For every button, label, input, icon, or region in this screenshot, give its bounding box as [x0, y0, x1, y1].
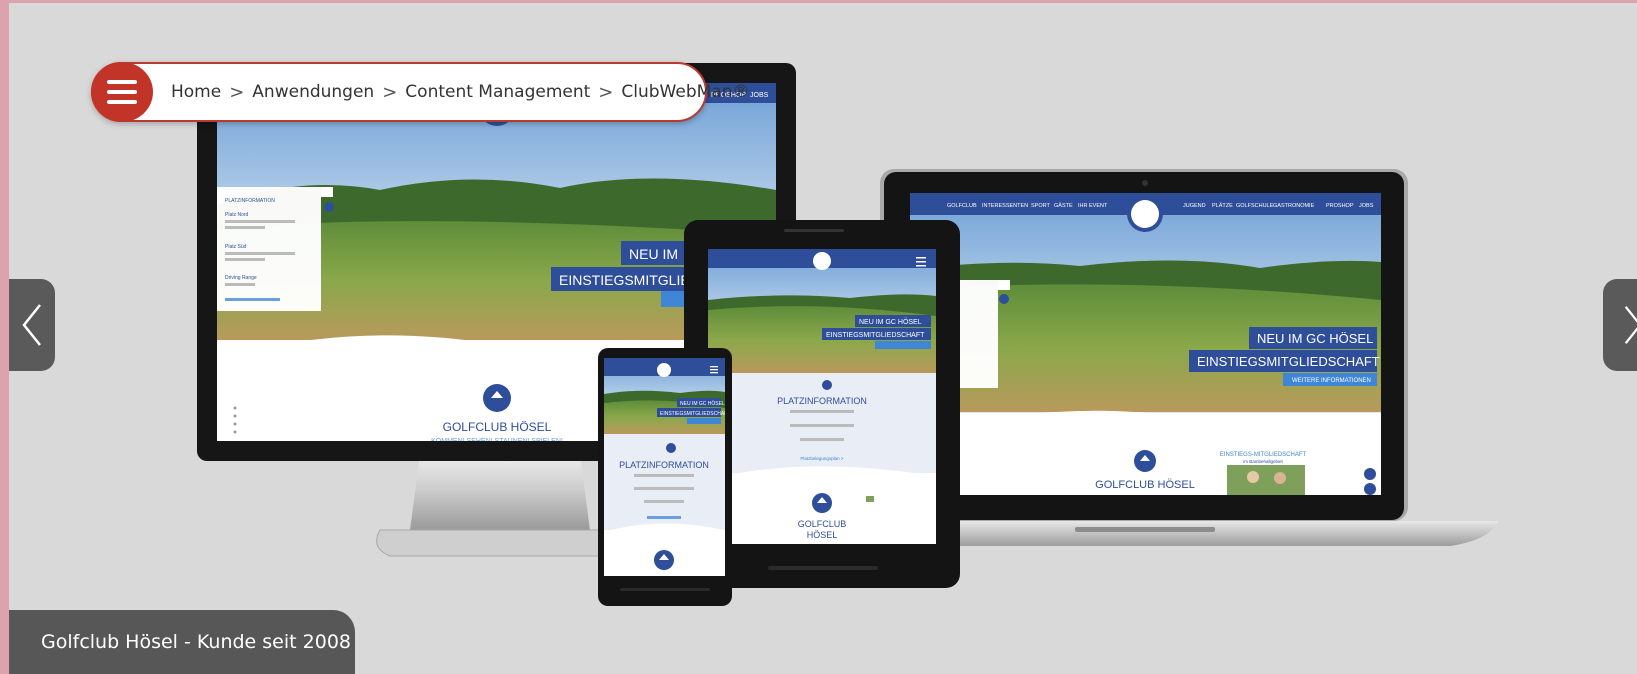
laptop-promo-sub: im Bambehallgebiet: [1243, 459, 1283, 464]
monitor-info-item-name-3: Driving Range: [225, 275, 257, 281]
monitor-section-title: GOLFCLUB HÖSEL: [443, 420, 552, 434]
breadcrumb-separator: >: [229, 81, 245, 103]
breadcrumb-current: ClubWebMan®: [621, 82, 750, 102]
breadcrumb: Home > Anwendungen > Content Management …: [91, 62, 749, 122]
hamburger-icon[interactable]: [91, 62, 153, 122]
tablet-title-2: HÖSEL: [807, 530, 838, 540]
laptop-nav-jobs: JOBS: [1359, 203, 1374, 209]
tablet-title-1: GOLFCLUB: [798, 519, 847, 529]
hamburger-line: [107, 80, 137, 84]
breadcrumb-anwendungen[interactable]: Anwendungen: [252, 82, 374, 102]
monitor-info-title: PLATZINFORMATION: [225, 198, 275, 204]
laptop-nav-sport: SPORT: [1031, 203, 1050, 209]
carousel-next-button[interactable]: [1603, 279, 1637, 371]
phone-headline-1: NEU IM GC HÖSEL: [680, 400, 725, 407]
chevron-left-icon: [22, 304, 41, 346]
laptop-nav-gaeste: GÄSTE: [1054, 202, 1073, 209]
laptop-headline-1: NEU IM GC HÖSEL: [1257, 331, 1373, 346]
breadcrumb-content-management[interactable]: Content Management: [405, 82, 590, 102]
smartphone: NEU IM GC HÖSEL EINSTIEGSMITGLIEDSCHAFT …: [598, 348, 732, 606]
monitor-headline-2: EINSTIEGSMITGLIE: [559, 272, 690, 288]
monitor-headline-1: NEU IM: [629, 246, 678, 262]
laptop-promo: EINSTIEGS-MITGLIEDSCHAFT: [1220, 452, 1307, 458]
hamburger-line: [107, 90, 137, 94]
slide-caption: Golfclub Hösel - Kunde seit 2008: [9, 610, 355, 674]
laptop-nav-event: IHR EVENT: [1078, 203, 1108, 209]
phone-headline-2: EINSTIEGSMITGLIEDSCHAFT: [660, 411, 730, 417]
breadcrumb-separator: >: [598, 81, 614, 103]
carousel-prev-button[interactable]: [9, 279, 55, 371]
phone-info-title: PLATZINFORMATION: [619, 460, 709, 470]
monitor-nav-jobs: JOBS: [750, 92, 769, 99]
laptop-section-title: GOLFCLUB HÖSEL: [1095, 479, 1195, 491]
monitor-info-item-name-2: Platz Süd: [225, 244, 247, 250]
tablet-headline-2: EINSTIEGSMITGLIEDSCHAFT: [826, 332, 925, 339]
laptop-nav-proshop: PROSHOP: [1326, 203, 1354, 209]
breadcrumb-home[interactable]: Home: [171, 82, 221, 102]
laptop-nav-interessenten: INTERESSENTEN: [982, 203, 1028, 209]
breadcrumb-separator: >: [382, 81, 398, 103]
laptop-cta: WEITERE INFORMATIONEN: [1292, 378, 1371, 384]
breadcrumb-list: Home > Anwendungen > Content Management …: [171, 64, 749, 120]
hamburger-line: [107, 100, 137, 104]
laptop-nav-gastro: GASTRONOMIE: [1273, 203, 1315, 209]
tablet-info-link: Platzbelegungsplan >: [800, 456, 844, 461]
laptop-nav-plaetze: PLÄTZE: [1212, 202, 1233, 209]
tablet-info-title: PLATZINFORMATION: [777, 396, 867, 406]
laptop-nav-jugend: JUGEND: [1183, 203, 1206, 209]
monitor-info-item-name: Platz Nord: [225, 212, 249, 218]
tablet-headline-1: NEU IM GC HÖSEL: [859, 318, 922, 326]
hero-slider: PROSHOP JOBS PLATZINFORMATION Platz Nord…: [0, 0, 1637, 674]
laptop-headline-2: EINSTIEGSMITGLIEDSCHAFT: [1197, 354, 1380, 369]
chevron-right-icon: [1624, 306, 1637, 344]
laptop-nav-golfclub: GOLFCLUB: [947, 203, 977, 209]
laptop-nav-golfschule: GOLFSCHULE: [1236, 203, 1274, 209]
